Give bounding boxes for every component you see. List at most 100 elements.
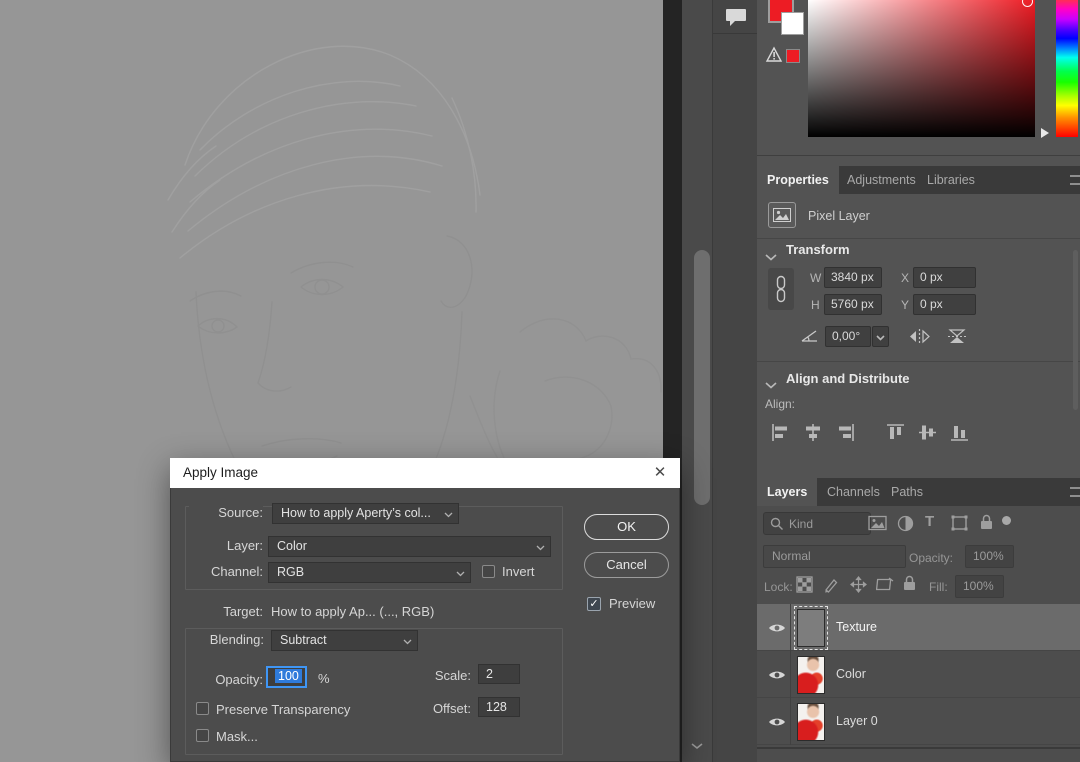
target-label: Target:	[189, 604, 263, 619]
layer-row-texture[interactable]: Texture	[757, 604, 1080, 651]
close-icon[interactable]: ✕	[650, 463, 670, 483]
panel-menu-icon[interactable]	[1070, 487, 1080, 497]
properties-tabbar: Properties Adjustments Libraries	[757, 166, 1080, 194]
filter-smart-objects-icon[interactable]	[979, 514, 994, 536]
background-color-swatch[interactable]	[781, 12, 804, 35]
align-top-edges-button[interactable]	[886, 423, 906, 447]
offset-label: Offset:	[411, 701, 471, 716]
align-left-edges-button[interactable]	[771, 423, 791, 447]
lock-artboard-icon[interactable]	[876, 576, 894, 598]
layer-thumbnail[interactable]	[797, 656, 825, 694]
angle-dropdown-button[interactable]	[872, 326, 889, 347]
hue-slider-pointer[interactable]	[1041, 128, 1049, 138]
layer-dropdown[interactable]: Color	[268, 536, 551, 557]
channel-dropdown[interactable]: RGB	[268, 562, 471, 583]
width-field[interactable]: 3840 px	[824, 267, 882, 288]
transform-collapse-icon[interactable]	[765, 248, 777, 266]
align-section-title[interactable]: Align and Distribute	[786, 371, 910, 386]
tab-paths[interactable]: Paths	[881, 478, 933, 506]
tab-adjustments[interactable]: Adjustments	[837, 166, 926, 194]
hue-slider[interactable]	[1056, 0, 1078, 137]
align-bottom-edges-button[interactable]	[950, 423, 970, 447]
layer-filter-search[interactable]: Kind	[763, 512, 871, 535]
panel-scrollbar[interactable]	[1073, 250, 1078, 410]
separator	[757, 238, 1080, 239]
layer-thumbnail[interactable]	[797, 609, 825, 647]
y-field[interactable]: 0 px	[913, 294, 976, 315]
chevron-down-icon	[456, 571, 465, 577]
blending-dropdown[interactable]: Subtract	[271, 630, 418, 651]
link-dimensions-button[interactable]	[768, 268, 794, 310]
ok-button[interactable]: OK	[584, 514, 669, 540]
comment-icon[interactable]	[724, 6, 748, 33]
lock-all-icon[interactable]	[902, 575, 917, 597]
flip-vertical-icon	[946, 328, 968, 345]
dialog-titlebar[interactable]: Apply Image ✕	[170, 458, 680, 488]
preserve-transparency-checkbox[interactable]	[196, 702, 209, 715]
fill-value[interactable]: 100%	[955, 575, 1004, 598]
saturation-brightness-field[interactable]	[808, 0, 1035, 137]
transform-section-title[interactable]: Transform	[786, 242, 850, 257]
layer-row-color[interactable]: Color	[757, 651, 1080, 698]
opacity-unit: %	[318, 671, 330, 686]
opacity-label: Opacity:	[909, 551, 953, 565]
layer-visibility-eye-icon[interactable]	[768, 669, 786, 681]
cancel-button[interactable]: Cancel	[584, 552, 669, 578]
filter-toggle-icon[interactable]	[1002, 516, 1011, 525]
tab-libraries[interactable]: Libraries	[917, 166, 985, 194]
x-field[interactable]: 0 px	[913, 267, 976, 288]
gamut-warning-icon[interactable]	[765, 46, 783, 68]
mask-checkbox[interactable]	[196, 729, 209, 742]
layer-name[interactable]: Texture	[836, 620, 877, 634]
lock-position-icon[interactable]	[850, 576, 867, 598]
source-dropdown[interactable]: How to apply Aperty’s col...	[272, 503, 459, 524]
scale-input[interactable]: 2	[478, 664, 520, 684]
target-value: How to apply Ap... (..., RGB)	[271, 604, 434, 619]
filter-adjustment-layers-icon[interactable]	[897, 515, 914, 537]
blend-mode-dropdown[interactable]: Normal	[763, 545, 906, 568]
layer-visibility-eye-icon[interactable]	[768, 622, 786, 634]
canvas-vertical-scrollbar[interactable]	[682, 0, 712, 762]
scrollbar-down-arrow-icon[interactable]	[689, 738, 705, 756]
align-label: Align:	[765, 397, 795, 411]
layer-row-layer0[interactable]: Layer 0	[757, 698, 1080, 745]
separator	[757, 361, 1080, 362]
invert-checkbox[interactable]	[482, 565, 495, 578]
gamut-color-swatch[interactable]	[786, 49, 800, 63]
filter-type-layers-icon[interactable]: T	[925, 513, 934, 530]
w-label: W	[810, 271, 821, 285]
filter-shape-layers-icon[interactable]	[951, 515, 968, 536]
apply-image-dialog: Apply Image ✕ Source: How to apply Apert…	[170, 458, 680, 762]
flip-horizontal-icon	[908, 328, 931, 345]
rotation-angle-field[interactable]: 0,00°	[825, 326, 871, 347]
search-placeholder: Kind	[789, 514, 813, 535]
align-right-edges-button[interactable]	[835, 423, 855, 447]
layer-visibility-eye-icon[interactable]	[768, 716, 786, 728]
lock-image-pixels-icon[interactable]	[823, 576, 840, 598]
chevron-down-icon	[536, 545, 545, 551]
layer-name[interactable]: Color	[836, 667, 866, 681]
align-horizontal-centers-button[interactable]	[803, 423, 823, 447]
flip-vertical-button[interactable]	[946, 328, 968, 350]
height-field[interactable]: 5760 px	[824, 294, 882, 315]
flip-horizontal-button[interactable]	[908, 328, 931, 350]
opacity-input[interactable]: 100	[266, 666, 307, 688]
tab-properties[interactable]: Properties	[757, 166, 839, 194]
photoshop-app: Properties Adjustments Libraries Pixel L…	[0, 0, 1080, 762]
offset-input[interactable]: 128	[478, 697, 520, 717]
lock-transparent-pixels-icon[interactable]	[796, 576, 813, 598]
panel-separator	[757, 155, 1080, 156]
channel-value: RGB	[277, 565, 304, 579]
preview-checkbox[interactable]: ✓	[587, 597, 601, 611]
preserve-transparency-label: Preserve Transparency	[216, 702, 350, 717]
opacity-value[interactable]: 100%	[965, 545, 1014, 568]
align-vertical-centers-button[interactable]	[918, 423, 938, 447]
layer-name[interactable]: Layer 0	[836, 714, 878, 728]
filter-pixel-layers-icon[interactable]	[868, 515, 887, 536]
layer-thumbnail[interactable]	[797, 703, 825, 741]
panel-menu-icon[interactable]	[1070, 175, 1080, 185]
align-collapse-icon[interactable]	[765, 376, 777, 394]
scrollbar-thumb[interactable]	[694, 250, 710, 505]
tab-channels[interactable]: Channels	[817, 478, 890, 506]
tab-layers[interactable]: Layers	[757, 478, 817, 506]
